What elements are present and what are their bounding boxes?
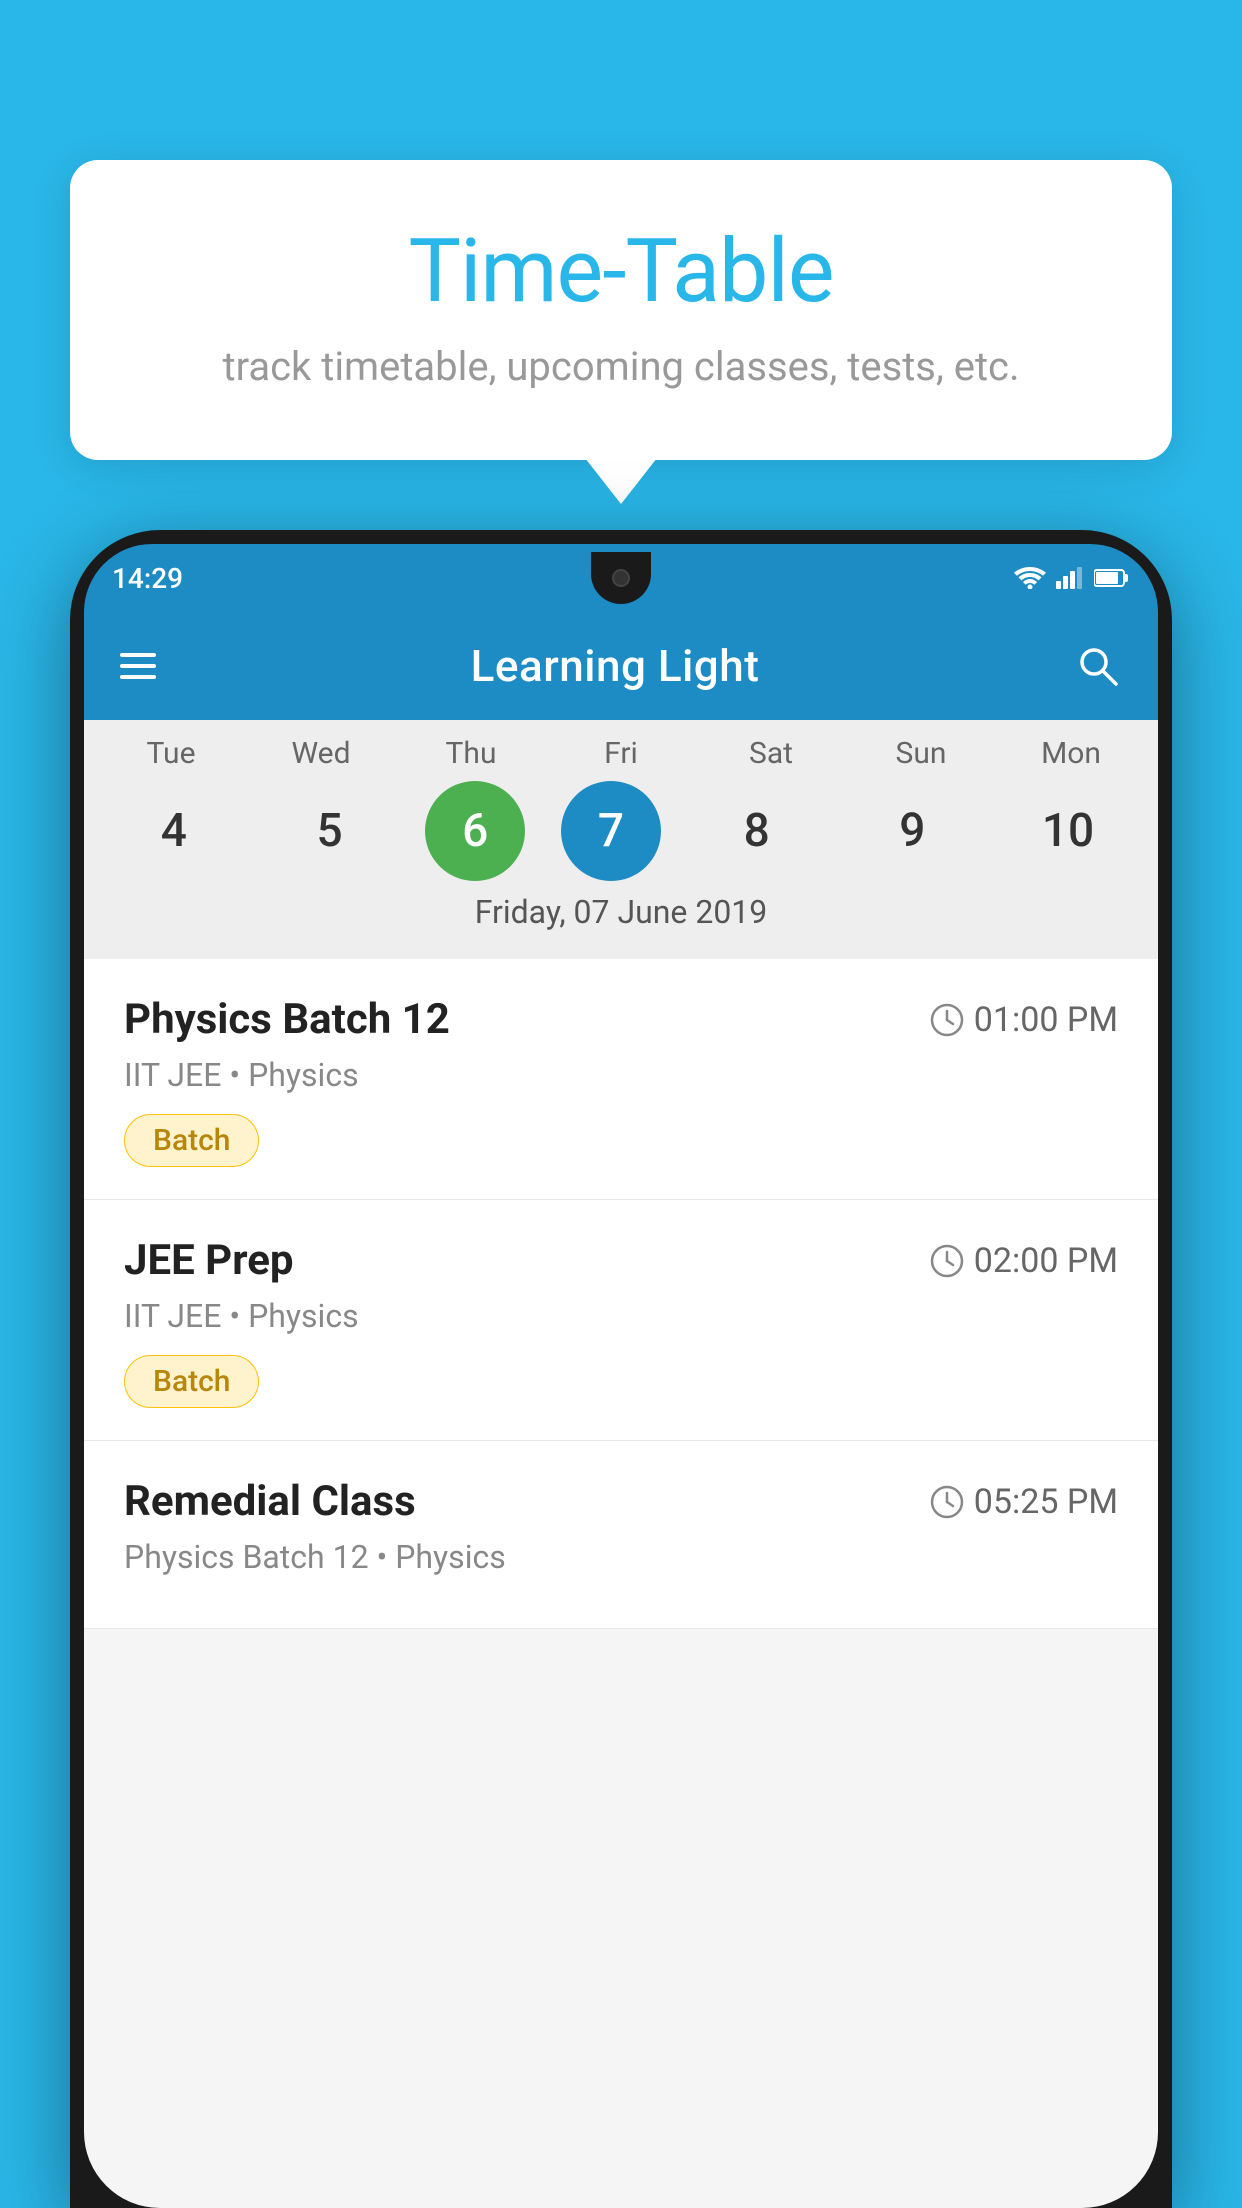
schedule-item-1-subtitle: IIT JEE • Physics [124, 1056, 1118, 1094]
schedule-item-3[interactable]: Remedial Class 05:25 PM Physics Batch 12… [84, 1441, 1158, 1629]
status-time: 14:29 [112, 562, 183, 595]
schedule-item-3-time: 05:25 PM [930, 1482, 1118, 1522]
wifi-icon [1014, 567, 1046, 589]
schedule-item-2-subtitle: IIT JEE • Physics [124, 1297, 1118, 1335]
schedule-item-2-time-text: 02:00 PM [974, 1241, 1118, 1281]
day-9[interactable]: 9 [852, 781, 972, 881]
day-7-selected[interactable]: 7 [561, 781, 661, 881]
schedule-item-2[interactable]: JEE Prep 02:00 PM IIT JEE • Physics Batc… [84, 1200, 1158, 1441]
schedule-item-2-header: JEE Prep 02:00 PM [124, 1236, 1118, 1285]
schedule-item-2-time: 02:00 PM [930, 1241, 1118, 1281]
day-header-mon: Mon [1011, 736, 1131, 771]
schedule-list: Physics Batch 12 01:00 PM IIT JEE • Phys… [84, 959, 1158, 1629]
day-header-sun: Sun [861, 736, 981, 771]
schedule-item-3-time-text: 05:25 PM [974, 1482, 1118, 1522]
hamburger-line-2 [120, 664, 156, 668]
schedule-item-2-title: JEE Prep [124, 1236, 294, 1285]
search-button[interactable] [1074, 642, 1122, 690]
schedule-item-1-time-text: 01:00 PM [974, 1000, 1118, 1040]
day-4[interactable]: 4 [114, 781, 234, 881]
app-bar: Learning Light [84, 612, 1158, 720]
schedule-item-2-badge: Batch [124, 1355, 259, 1408]
phone-screen: Learning Light Tue Wed Thu Fri Sat Sun M… [84, 612, 1158, 2208]
status-icons [1014, 567, 1130, 589]
day-header-fri: Fri [561, 736, 681, 771]
clock-icon-1 [930, 1003, 964, 1037]
day-header-wed: Wed [261, 736, 381, 771]
camera-dot [612, 569, 630, 587]
app-title: Learning Light [471, 640, 760, 692]
clock-icon-2 [930, 1244, 964, 1278]
schedule-item-3-title: Remedial Class [124, 1477, 416, 1526]
hamburger-menu-button[interactable] [120, 653, 156, 679]
day-5[interactable]: 5 [270, 781, 390, 881]
schedule-item-1-badge: Batch [124, 1114, 259, 1167]
day-8[interactable]: 8 [697, 781, 817, 881]
schedule-item-1[interactable]: Physics Batch 12 01:00 PM IIT JEE • Phys… [84, 959, 1158, 1200]
day-6-today[interactable]: 6 [425, 781, 525, 881]
selected-date-label: Friday, 07 June 2019 [84, 881, 1158, 947]
schedule-item-1-title: Physics Batch 12 [124, 995, 450, 1044]
tooltip-title: Time-Table [130, 220, 1112, 323]
tooltip-card: Time-Table track timetable, upcoming cla… [70, 160, 1172, 460]
schedule-item-1-header: Physics Batch 12 01:00 PM [124, 995, 1118, 1044]
schedule-item-1-time: 01:00 PM [930, 1000, 1118, 1040]
status-bar: 14:29 [84, 544, 1158, 612]
calendar-strip: Tue Wed Thu Fri Sat Sun Mon 4 5 6 7 8 9 … [84, 720, 1158, 959]
schedule-item-3-header: Remedial Class 05:25 PM [124, 1477, 1118, 1526]
phone-frame: 14:29 [70, 530, 1172, 2208]
tooltip-subtitle: track timetable, upcoming classes, tests… [130, 343, 1112, 390]
camera-notch [591, 552, 651, 604]
hamburger-line-1 [120, 653, 156, 657]
day-header-thu: Thu [411, 736, 531, 771]
clock-icon-3 [930, 1485, 964, 1519]
day-headers: Tue Wed Thu Fri Sat Sun Mon [84, 736, 1158, 771]
schedule-item-3-subtitle: Physics Batch 12 • Physics [124, 1538, 1118, 1576]
signal-icon [1056, 567, 1084, 589]
day-10[interactable]: 10 [1008, 781, 1128, 881]
day-header-tue: Tue [111, 736, 231, 771]
day-header-sat: Sat [711, 736, 831, 771]
battery-icon [1094, 568, 1130, 588]
day-numbers: 4 5 6 7 8 9 10 [84, 781, 1158, 881]
hamburger-line-3 [120, 675, 156, 679]
